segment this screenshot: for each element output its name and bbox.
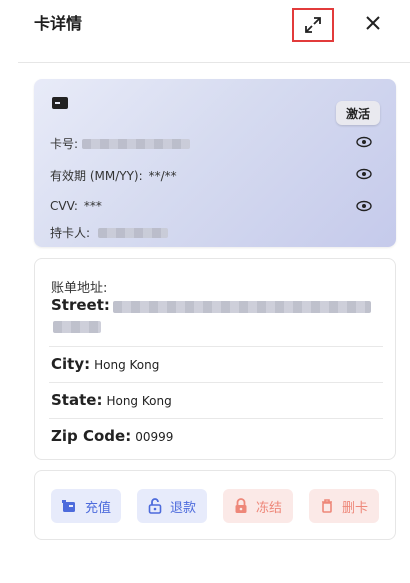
zip-label: Zip Code: [51, 427, 132, 445]
city-value: Hong Kong [94, 358, 160, 372]
freeze-label: 冻结 [255, 500, 282, 516]
card-actions-panel: 充值 退款 冻结 删卡 [34, 470, 396, 540]
divider [49, 346, 383, 347]
divider [49, 418, 383, 419]
recharge-label: 充值 [84, 500, 111, 516]
state-label: State: [51, 391, 103, 409]
state-value: Hong Kong [106, 394, 172, 408]
expiry-value: **/** [148, 168, 177, 183]
recharge-button[interactable]: 充值 [51, 489, 121, 523]
cvv-value: *** [83, 199, 102, 213]
street-value-masked [113, 301, 371, 313]
state-field: State: Hong Kong [51, 391, 172, 409]
eye-icon[interactable] [356, 168, 372, 180]
cvv-row: CVV: *** [50, 199, 102, 213]
cvv-label: CVV: [50, 199, 78, 213]
expiry-label: 有效期 (MM/YY): [50, 169, 143, 183]
card-number-masked [82, 138, 191, 149]
expand-button[interactable] [292, 8, 334, 42]
zip-value: 00999 [135, 430, 174, 444]
refund-label: 退款 [169, 500, 196, 516]
virtual-card: 激活 卡号: 有效期 (MM/YY): **/** CVV: *** 持卡人: [34, 79, 396, 247]
holder-row: 持卡人: [50, 224, 169, 241]
eye-icon[interactable] [356, 200, 372, 212]
street-value-masked-cont [53, 321, 101, 333]
street-label: Street: [51, 296, 110, 314]
lock-icon [235, 498, 247, 513]
header: 卡详情 [0, 0, 410, 62]
header-divider [18, 62, 410, 63]
trash-icon [321, 499, 332, 513]
billing-address-label: 账单地址: [51, 281, 108, 296]
unlock-icon [148, 498, 162, 514]
city-field: City: Hong Kong [51, 355, 159, 373]
divider [49, 382, 383, 383]
wallet-icon [61, 500, 75, 512]
activate-button[interactable]: 激活 [336, 101, 380, 125]
close-button[interactable] [360, 10, 386, 36]
expiry-row: 有效期 (MM/YY): **/** [50, 167, 177, 184]
eye-icon[interactable] [356, 136, 372, 148]
holder-label: 持卡人: [50, 226, 91, 240]
credit-card-icon [52, 97, 68, 109]
billing-address-panel: 账单地址: Street: City: Hong Kong State: Hong … [34, 258, 396, 460]
close-icon [366, 16, 380, 30]
delete-card-label: 删卡 [341, 500, 368, 516]
zip-field: Zip Code: 00999 [51, 427, 173, 445]
holder-name-masked [98, 227, 169, 238]
card-number-row: 卡号: [50, 135, 191, 152]
freeze-button[interactable]: 冻结 [223, 489, 293, 523]
card-number-label: 卡号: [50, 137, 79, 151]
expand-icon [305, 17, 321, 33]
refund-button[interactable]: 退款 [137, 489, 207, 523]
delete-card-button[interactable]: 删卡 [309, 489, 379, 523]
page-title: 卡详情 [34, 14, 83, 33]
street-field: Street: [51, 296, 110, 314]
city-label: City: [51, 355, 91, 373]
